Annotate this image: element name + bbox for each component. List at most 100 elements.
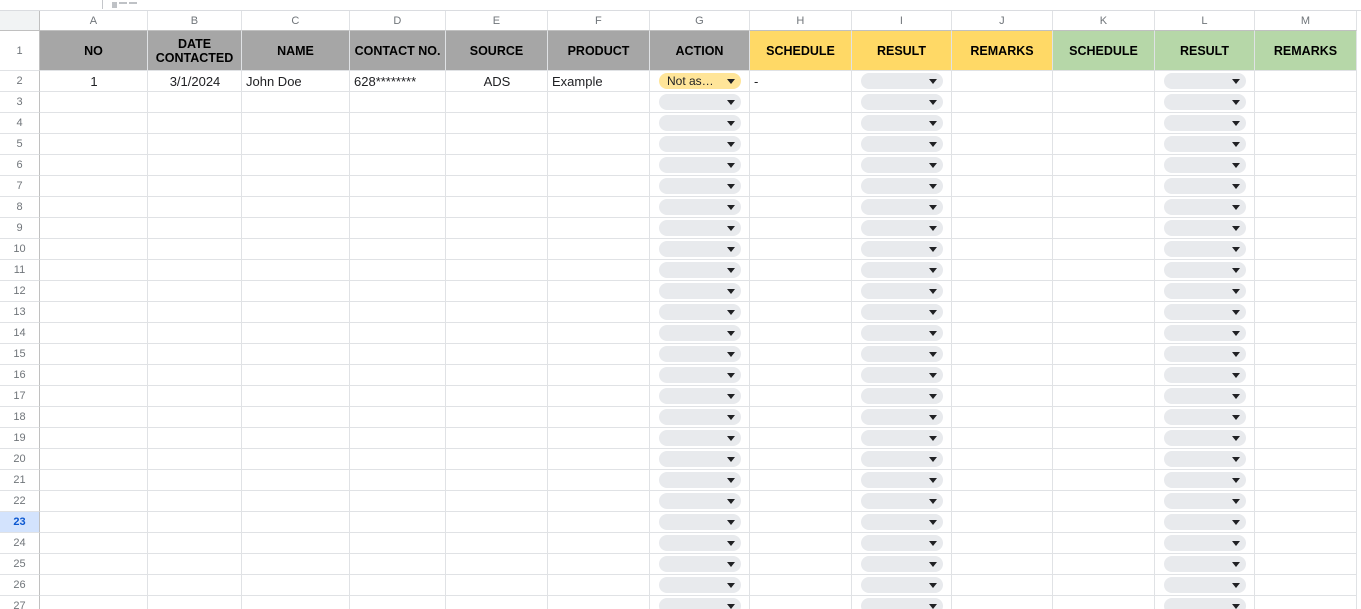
row-header-8[interactable]: 8 xyxy=(0,197,40,218)
cell-k5[interactable] xyxy=(1053,134,1155,155)
cell-h7[interactable] xyxy=(750,176,852,197)
dropdown-chip-g2[interactable]: Not as… xyxy=(659,73,741,89)
cell-b24[interactable] xyxy=(148,533,242,554)
cell-j9[interactable] xyxy=(952,218,1053,239)
dropdown-chip-i6[interactable] xyxy=(861,157,943,173)
cell-f24[interactable] xyxy=(548,533,650,554)
row-header-11[interactable]: 11 xyxy=(0,260,40,281)
cell-j26[interactable] xyxy=(952,575,1053,596)
dropdown-chip-g16[interactable] xyxy=(659,367,741,383)
dropdown-chip-i22[interactable] xyxy=(861,493,943,509)
cell-b17[interactable] xyxy=(148,386,242,407)
cell-f16[interactable] xyxy=(548,365,650,386)
cell-d22[interactable] xyxy=(350,491,446,512)
cell-j18[interactable] xyxy=(952,407,1053,428)
cell-a26[interactable] xyxy=(40,575,148,596)
cell-h15[interactable] xyxy=(750,344,852,365)
row-header-25[interactable]: 25 xyxy=(0,554,40,575)
cell-e11[interactable] xyxy=(446,260,548,281)
column-header-k[interactable]: K xyxy=(1053,11,1155,31)
cell-c18[interactable] xyxy=(242,407,350,428)
cell-e20[interactable] xyxy=(446,449,548,470)
cell-c16[interactable] xyxy=(242,365,350,386)
cell-m11[interactable] xyxy=(1255,260,1357,281)
row-header-1[interactable]: 1 xyxy=(0,31,40,71)
cell-k8[interactable] xyxy=(1053,197,1155,218)
cell-f20[interactable] xyxy=(548,449,650,470)
cell-d8[interactable] xyxy=(350,197,446,218)
cell-a4[interactable] xyxy=(40,113,148,134)
cell-b15[interactable] xyxy=(148,344,242,365)
cell-b14[interactable] xyxy=(148,323,242,344)
cell-c13[interactable] xyxy=(242,302,350,323)
row-header-21[interactable]: 21 xyxy=(0,470,40,491)
cell-b16[interactable] xyxy=(148,365,242,386)
cell-c22[interactable] xyxy=(242,491,350,512)
cell-value-d2[interactable]: 628******** xyxy=(350,71,446,92)
dropdown-chip-l22[interactable] xyxy=(1164,493,1246,509)
cell-k3[interactable] xyxy=(1053,92,1155,113)
cell-f22[interactable] xyxy=(548,491,650,512)
row-header-15[interactable]: 15 xyxy=(0,344,40,365)
column-header-a[interactable]: A xyxy=(40,11,148,31)
dropdown-chip-l17[interactable] xyxy=(1164,388,1246,404)
cell-f5[interactable] xyxy=(548,134,650,155)
cell-f19[interactable] xyxy=(548,428,650,449)
cell-k25[interactable] xyxy=(1053,554,1155,575)
cell-k24[interactable] xyxy=(1053,533,1155,554)
cell-a24[interactable] xyxy=(40,533,148,554)
cell-c9[interactable] xyxy=(242,218,350,239)
dropdown-chip-g12[interactable] xyxy=(659,283,741,299)
cell-c11[interactable] xyxy=(242,260,350,281)
cell-j23[interactable] xyxy=(952,512,1053,533)
cell-b18[interactable] xyxy=(148,407,242,428)
cell-e10[interactable] xyxy=(446,239,548,260)
dropdown-chip-l11[interactable] xyxy=(1164,262,1246,278)
cell-e12[interactable] xyxy=(446,281,548,302)
dropdown-chip-i5[interactable] xyxy=(861,136,943,152)
dropdown-chip-l15[interactable] xyxy=(1164,346,1246,362)
cell-d13[interactable] xyxy=(350,302,446,323)
dropdown-chip-g8[interactable] xyxy=(659,199,741,215)
cell-m8[interactable] xyxy=(1255,197,1357,218)
cell-h11[interactable] xyxy=(750,260,852,281)
cell-m9[interactable] xyxy=(1255,218,1357,239)
cell-j11[interactable] xyxy=(952,260,1053,281)
cell-a20[interactable] xyxy=(40,449,148,470)
dropdown-chip-g3[interactable] xyxy=(659,94,741,110)
cell-m13[interactable] xyxy=(1255,302,1357,323)
dropdown-chip-l5[interactable] xyxy=(1164,136,1246,152)
dropdown-chip-i13[interactable] xyxy=(861,304,943,320)
cell-f9[interactable] xyxy=(548,218,650,239)
dropdown-chip-l9[interactable] xyxy=(1164,220,1246,236)
column-header-f[interactable]: F xyxy=(548,11,650,31)
cell-m16[interactable] xyxy=(1255,365,1357,386)
cell-d14[interactable] xyxy=(350,323,446,344)
column-header-i[interactable]: I xyxy=(852,11,952,31)
cell-h24[interactable] xyxy=(750,533,852,554)
cell-f13[interactable] xyxy=(548,302,650,323)
dropdown-chip-i2[interactable] xyxy=(861,73,943,89)
column-header-c[interactable]: C xyxy=(242,11,350,31)
cell-a25[interactable] xyxy=(40,554,148,575)
cell-c4[interactable] xyxy=(242,113,350,134)
cell-b22[interactable] xyxy=(148,491,242,512)
row-header-22[interactable]: 22 xyxy=(0,491,40,512)
cell-c21[interactable] xyxy=(242,470,350,491)
cell-a14[interactable] xyxy=(40,323,148,344)
dropdown-chip-l8[interactable] xyxy=(1164,199,1246,215)
cell-m14[interactable] xyxy=(1255,323,1357,344)
row-header-24[interactable]: 24 xyxy=(0,533,40,554)
cell-f11[interactable] xyxy=(548,260,650,281)
dropdown-chip-i3[interactable] xyxy=(861,94,943,110)
cell-m12[interactable] xyxy=(1255,281,1357,302)
cell-j16[interactable] xyxy=(952,365,1053,386)
cell-f18[interactable] xyxy=(548,407,650,428)
cell-d24[interactable] xyxy=(350,533,446,554)
cell-f21[interactable] xyxy=(548,470,650,491)
cell-h3[interactable] xyxy=(750,92,852,113)
cell-b4[interactable] xyxy=(148,113,242,134)
dropdown-chip-i9[interactable] xyxy=(861,220,943,236)
cell-e17[interactable] xyxy=(446,386,548,407)
cell-j15[interactable] xyxy=(952,344,1053,365)
